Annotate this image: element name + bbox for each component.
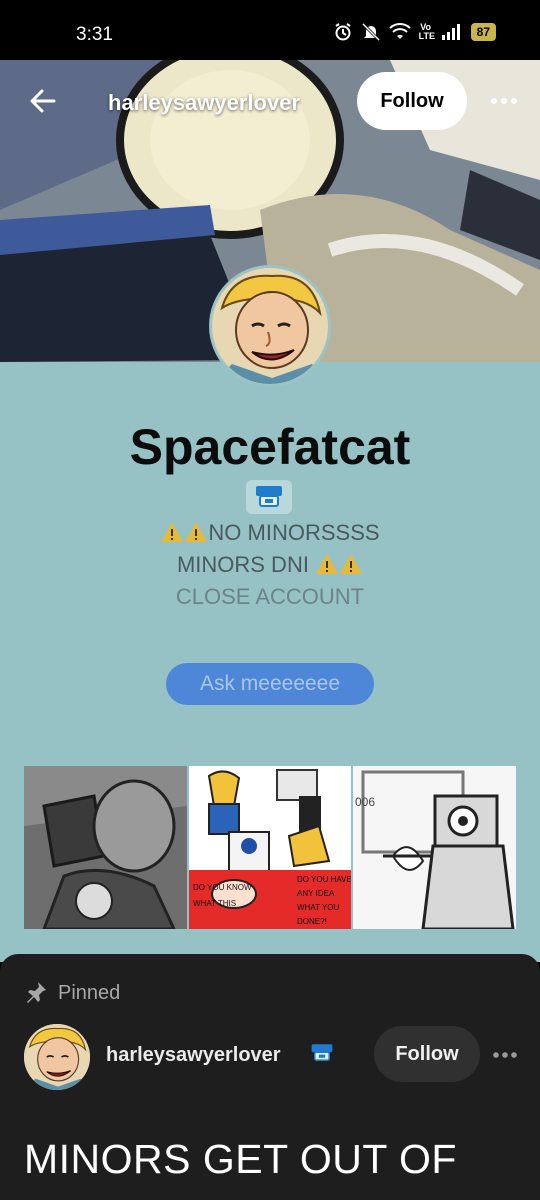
post-thumbnails: DO YOU KNOW WHAT THIS DO YOU HAVE ANY ID…: [24, 766, 517, 929]
avatar[interactable]: [209, 265, 331, 387]
signal-icon: [441, 24, 460, 40]
wifi-icon: [388, 23, 411, 39]
warning-icon: [185, 522, 208, 542]
description-line-1: NO MINORSSSS: [0, 520, 540, 546]
comic-text-2b: ANY IDEA: [297, 889, 335, 898]
follow-button[interactable]: Follow: [374, 1026, 480, 1082]
thumbnail-3[interactable]: 006: [353, 766, 517, 929]
description-text-2: MINORS DNI: [176, 552, 309, 577]
comic-text-2c: WHAT YOU: [297, 903, 339, 912]
thumbnail-3-number: 006: [355, 795, 375, 809]
comic-text-2: DO YOU HAVE: [297, 875, 352, 884]
ask-button[interactable]: Ask meeeeeee: [166, 663, 374, 705]
status-icons: Vo LTE 87: [333, 22, 496, 42]
page-title: Spacefatcat: [129, 419, 411, 475]
warning-icon: [316, 554, 339, 574]
pin-icon: [27, 982, 46, 1003]
header-username[interactable]: harleysawyerlover: [108, 90, 300, 116]
badge-icon: [311, 1044, 333, 1061]
badge-icon: [246, 480, 292, 514]
thumbnail-3-art: 006: [353, 766, 517, 929]
thumbnail-2[interactable]: DO YOU KNOW WHAT THIS DO YOU HAVE ANY ID…: [188, 766, 352, 929]
follow-button[interactable]: Follow: [357, 72, 467, 130]
alarm-icon: [335, 23, 351, 41]
comic-text-2d: DONE?!: [297, 917, 327, 926]
volte-icon: Vo LTE: [418, 22, 435, 41]
avatar[interactable]: [24, 1024, 90, 1090]
more-options-icon[interactable]: [488, 1040, 522, 1070]
back-arrow-icon[interactable]: [26, 84, 60, 118]
pinned-label: Pinned: [58, 982, 121, 1004]
thumbnail-1-art: [24, 766, 187, 929]
comic-text-1b: WHAT THIS: [193, 899, 236, 908]
post-username[interactable]: harleysawyerlover: [106, 1044, 281, 1067]
post-text: MINORS GET OUT OF: [24, 1136, 457, 1182]
status-time: 3:31: [76, 24, 113, 45]
description-line-2: MINORS DNI: [0, 552, 540, 578]
battery-icon: 87: [470, 23, 496, 41]
thumbnail-2-art: DO YOU KNOW WHAT THIS DO YOU HAVE ANY ID…: [188, 766, 352, 929]
avatar-artwork: [212, 268, 328, 384]
badge-glyph: [256, 486, 282, 507]
warning-icon: [340, 554, 363, 574]
thumbnail-1[interactable]: [24, 766, 187, 929]
warning-icon: [161, 522, 184, 542]
comic-text-1: DO YOU KNOW: [193, 883, 252, 892]
status-bar: 3:31 Vo LTE 87: [0, 0, 540, 60]
description-line-3: CLOSE ACCOUNT: [175, 584, 365, 609]
description-text-1: NO MINORSSSS: [208, 520, 380, 545]
pinned-post-card[interactable]: Pinned harleysawyerlover Follow MINORS G…: [0, 954, 540, 1200]
avatar-small-artwork: [24, 1024, 90, 1090]
more-options-icon[interactable]: [484, 86, 524, 116]
top-nav: harleysawyerlover Follow: [0, 60, 540, 144]
mute-icon: [361, 22, 380, 42]
